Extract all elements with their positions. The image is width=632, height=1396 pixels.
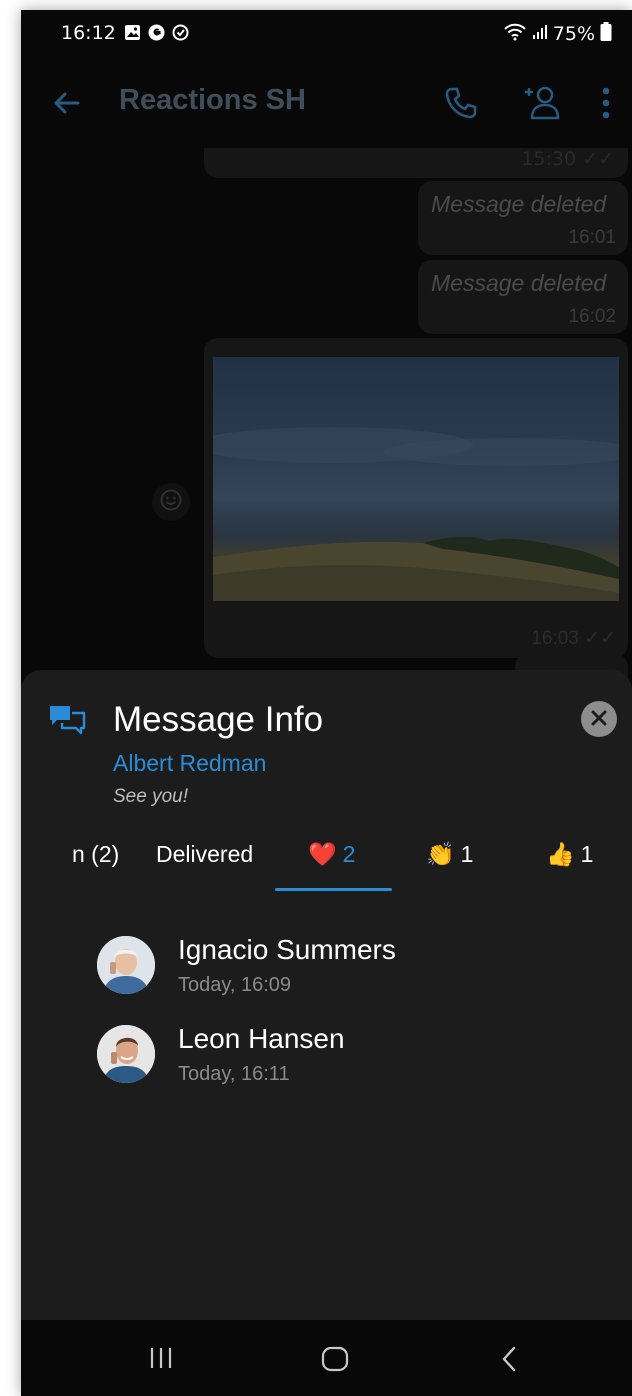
tab-clap-reactions[interactable]: 👏 1: [426, 841, 473, 868]
clap-emoji-icon: 👏: [426, 841, 455, 867]
home-button[interactable]: [321, 1346, 349, 1376]
tab-label: n (2): [72, 841, 120, 867]
reaction-user-row[interactable]: Ignacio Summers Today, 16:09: [97, 934, 617, 1000]
tab-count: 1: [460, 841, 474, 867]
read-check-icon: ✓✓: [582, 148, 614, 170]
message-time: 15:30 ✓✓: [521, 148, 614, 170]
sheet-title: Message Info: [113, 700, 324, 739]
sync-icon: [172, 24, 189, 41]
smiley-icon: [160, 489, 182, 515]
back-button[interactable]: [501, 1346, 517, 1376]
reaction-time: Today, 16:09: [178, 974, 292, 996]
chat-bubbles-icon: [48, 703, 86, 743]
close-button[interactable]: [581, 701, 617, 737]
close-icon: [591, 707, 607, 732]
status-bar: 16:12 75%: [21, 10, 632, 60]
thumbs-up-emoji-icon: 👍: [546, 841, 575, 867]
message-info-sheet: Message Info Albert Redman See you! n (2…: [21, 670, 632, 1320]
battery-icon: [600, 22, 612, 46]
signal-icon: [532, 23, 548, 45]
reaction-tabs: n (2) Delivered ❤️ 2 👏 1 👍 1: [21, 835, 632, 895]
active-tab-indicator: [275, 888, 392, 891]
read-check-icon: ✓✓: [584, 628, 616, 649]
tab-thumbs-up-reactions[interactable]: 👍 1: [546, 841, 593, 868]
status-icons: [124, 24, 189, 41]
recent-apps-button[interactable]: [149, 1346, 173, 1374]
message-time: 16:01: [568, 227, 616, 248]
image-message-bubble[interactable]: 16:03 ✓✓: [204, 338, 628, 658]
landscape-photo[interactable]: [213, 357, 619, 601]
add-reaction-button[interactable]: [152, 483, 190, 521]
system-nav-bar: [21, 1320, 632, 1396]
message-bubble[interactable]: 15:30 ✓✓: [204, 148, 628, 178]
wifi-icon: [503, 23, 527, 46]
google-icon: [148, 24, 165, 41]
chat-title[interactable]: Reactions SH: [119, 84, 306, 117]
deleted-message-bubble[interactable]: Message deleted 16:02: [418, 260, 628, 334]
chat-area: 15:30 ✓✓ Message deleted 16:01 Message d…: [21, 148, 632, 688]
message-time: 16:02: [568, 306, 616, 327]
deleted-message-text: Message deleted: [431, 191, 607, 217]
message-preview: See you!: [113, 786, 188, 807]
back-arrow-icon[interactable]: [51, 88, 81, 122]
add-user-icon[interactable]: [523, 84, 561, 124]
tab-delivered[interactable]: Delivered: [156, 841, 253, 868]
tab-count: 1: [580, 841, 594, 867]
deleted-message-bubble[interactable]: Message deleted 16:01: [418, 181, 628, 255]
app-bar: Reactions SH: [21, 60, 632, 148]
user-name: Ignacio Summers: [178, 934, 396, 965]
tab-heart-reactions[interactable]: ❤️ 2: [308, 841, 355, 868]
reaction-user-row[interactable]: Leon Hansen Today, 16:11: [97, 1023, 617, 1089]
tab-label: Delivered: [156, 841, 254, 867]
user-name: Leon Hansen: [178, 1023, 345, 1054]
status-right: 75%: [503, 22, 612, 46]
tab-count: 2: [342, 841, 356, 867]
deleted-message-text: Message deleted: [431, 270, 607, 296]
avatar: [97, 1025, 155, 1083]
gallery-icon: [124, 24, 141, 41]
heart-emoji-icon: ❤️: [308, 841, 337, 867]
status-time: 16:12: [61, 22, 116, 44]
battery-percent: 75%: [552, 23, 595, 45]
sender-name[interactable]: Albert Redman: [113, 750, 266, 777]
phone-screen: 16:12 75% Reactions SH 15:30 ✓✓ Message …: [21, 10, 632, 1396]
reaction-time: Today, 16:11: [178, 1063, 290, 1085]
phone-icon[interactable]: [444, 86, 478, 124]
avatar: [97, 936, 155, 994]
message-time: 16:03 ✓✓: [531, 628, 616, 649]
more-vert-icon[interactable]: [601, 86, 611, 124]
tab-seen[interactable]: n (2): [72, 841, 119, 868]
